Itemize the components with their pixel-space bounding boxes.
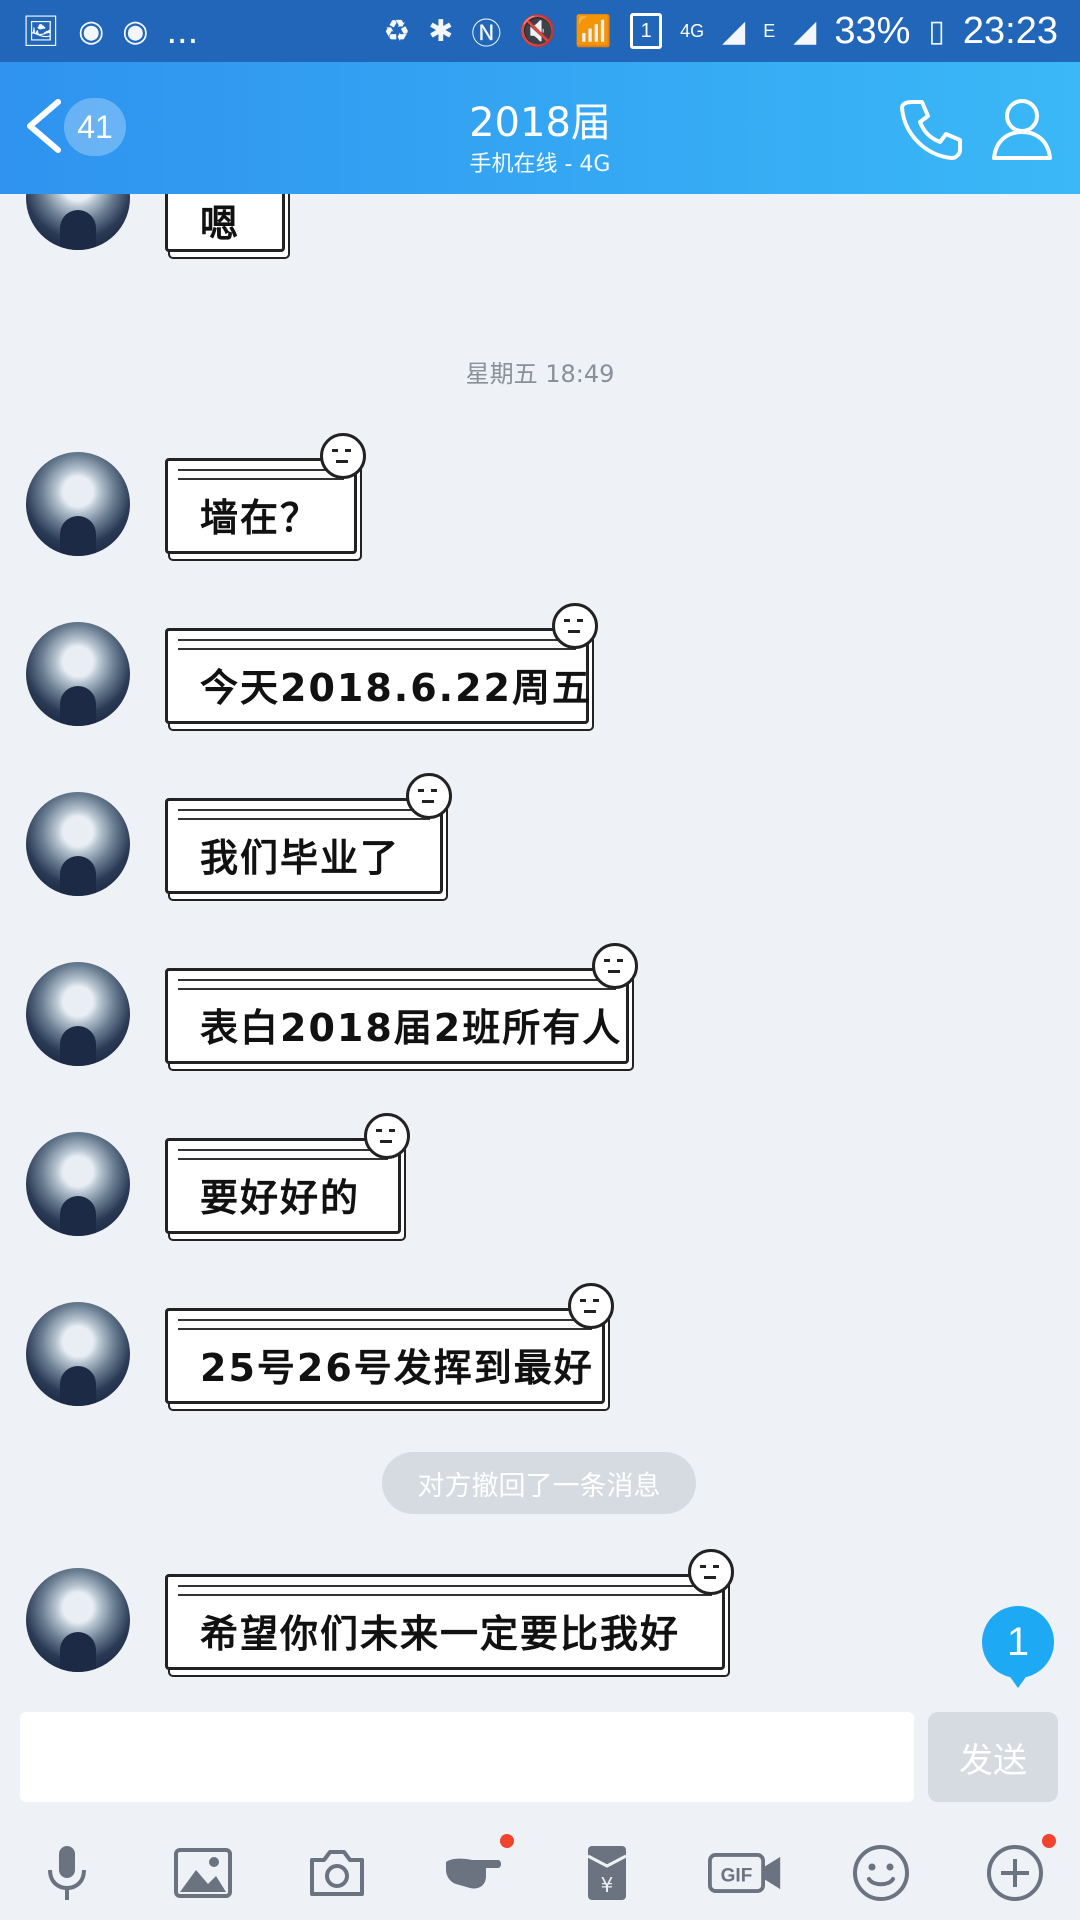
status-right: ♻ ✱ Ⓝ 🔇 📶 1 4G ◢ E ◢ 33% ▯ 23:23 [383, 9, 1058, 53]
status-bar: 🖼 ◉ ◉ ... ♻ ✱ Ⓝ 🔇 📶 1 4G ◢ E ◢ 33% ▯ 23:… [0, 0, 1080, 62]
svg-text:¥: ¥ [601, 1873, 614, 1897]
bluetooth-icon: ✱ [428, 14, 454, 48]
message-row: 今天2018.6.22周五 [0, 603, 1080, 732]
message-bubble[interactable]: 墙在？ [165, 433, 366, 554]
gif-label: GIF [721, 1866, 753, 1887]
battery-percent: 33% [834, 9, 911, 52]
message-text: 今天2018.6.22周五 [200, 666, 592, 710]
sticker-face-icon [688, 1549, 734, 1595]
camera-icon[interactable] [302, 1838, 372, 1908]
sticker-face-icon [364, 1113, 410, 1159]
chat-header: 41 2018届 手机在线 - 4G [0, 62, 1080, 194]
avatar[interactable] [26, 1568, 130, 1672]
message-bubble[interactable]: 希望你们未来一定要比我好 [165, 1549, 734, 1670]
input-toolbar: ¥ GIF [0, 1824, 1080, 1920]
message-text: 嗯 [200, 202, 241, 246]
avatar[interactable] [26, 452, 130, 556]
notification-dot [1042, 1834, 1056, 1848]
message-bubble[interactable]: 我们毕业了 [165, 773, 452, 894]
message-bubble[interactable]: 嗯 [165, 194, 285, 252]
avatar[interactable] [26, 962, 130, 1066]
battery-icon: ▯ [928, 14, 945, 48]
more-notifications: ... [166, 9, 199, 52]
battery-saver-icon: ♻ [383, 14, 411, 48]
network-e-label: E [763, 20, 776, 41]
message-text: 25号26号发挥到最好 [200, 1346, 594, 1390]
profile-icon[interactable] [990, 96, 1054, 162]
notification-dot [500, 1834, 514, 1848]
status-left: 🖼 ◉ ◉ ... [22, 10, 198, 53]
plus-icon[interactable] [980, 1834, 1056, 1908]
clock: 23:23 [962, 9, 1058, 52]
message-input[interactable] [20, 1712, 914, 1802]
avatar[interactable] [26, 1302, 130, 1406]
previous-message-partial: 嗯 [0, 194, 1080, 264]
message-recalled-notice: 对方撤回了一条消息 [382, 1452, 696, 1514]
sim-slot-indicator: 1 [630, 13, 663, 49]
avatar[interactable] [26, 792, 130, 896]
network-4g-label: 4G [680, 20, 705, 41]
red-packet-icon[interactable]: ¥ [572, 1838, 642, 1908]
image-icon: 🖼 [22, 14, 61, 48]
message-text: 墙在？ [200, 496, 321, 540]
message-text: 希望你们未来一定要比我好 [200, 1612, 681, 1656]
gif-icon[interactable]: GIF [706, 1838, 786, 1908]
message-row: 要好好的 [0, 1113, 1080, 1242]
message-text: 我们毕业了 [200, 836, 401, 880]
message-text: 表白2018届2班所有人 [200, 1006, 623, 1050]
poke-icon[interactable] [438, 1834, 514, 1908]
message-bubble[interactable]: 今天2018.6.22周五 [165, 603, 598, 724]
signal-icon: ◢ [793, 14, 817, 48]
phone-icon[interactable] [898, 96, 964, 162]
message-bubble[interactable]: 表白2018届2班所有人 [165, 943, 638, 1064]
nfc-icon: Ⓝ [471, 18, 502, 51]
wifi-icon: 📶 [574, 14, 613, 48]
image-icon[interactable] [168, 1838, 238, 1908]
send-button[interactable]: 发送 [928, 1712, 1058, 1802]
sticker-face-icon [592, 943, 638, 989]
avatar[interactable] [26, 194, 130, 250]
sticker-face-icon [320, 433, 366, 479]
message-row: 希望你们未来一定要比我好 [0, 1549, 1080, 1678]
emoji-icon[interactable] [846, 1838, 916, 1908]
weibo-icon: ◉ [122, 14, 149, 48]
message-row: 我们毕业了 [0, 773, 1080, 902]
avatar[interactable] [26, 1132, 130, 1236]
sticker-face-icon [406, 773, 452, 819]
message-row: 表白2018届2班所有人 [0, 943, 1080, 1072]
sticker-face-icon [552, 603, 598, 649]
message-row: 25号26号发挥到最好 [0, 1283, 1080, 1412]
mute-icon: 🔇 [519, 14, 557, 48]
message-text: 要好好的 [200, 1176, 361, 1220]
weibo-icon: ◉ [78, 14, 105, 48]
new-message-badge[interactable]: 1 [982, 1606, 1054, 1688]
avatar[interactable] [26, 622, 130, 726]
sticker-face-icon [568, 1283, 614, 1329]
signal-icon: ◢ [722, 14, 746, 48]
message-bubble[interactable]: 要好好的 [165, 1113, 410, 1234]
message-timestamp: 星期五 18:49 [465, 360, 615, 388]
message-bubble[interactable]: 25号26号发挥到最好 [165, 1283, 614, 1404]
microphone-icon[interactable] [32, 1838, 102, 1908]
message-row: 墙在？ [0, 433, 1080, 562]
